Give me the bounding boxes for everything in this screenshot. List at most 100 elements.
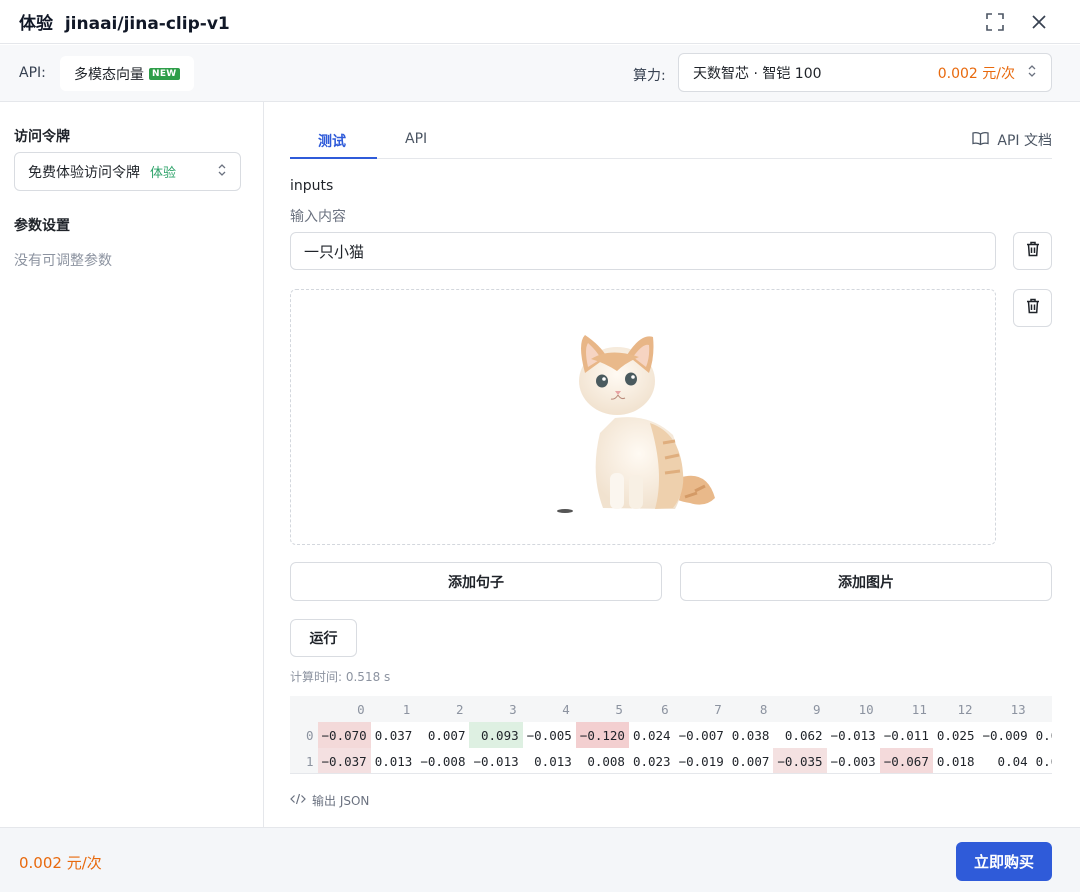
dialog-title: 体验 jinaai/jina-clip-v1 (19, 9, 230, 34)
tab-test[interactable]: 测试 (318, 131, 346, 151)
api-docs-label: API 文档 (997, 130, 1052, 150)
output-json-link[interactable]: 输出 JSON (290, 792, 369, 809)
column-header: 13 (979, 696, 1032, 722)
column-header: 10 (827, 696, 880, 722)
fullscreen-icon[interactable] (981, 8, 1009, 36)
compute-price: 0.002 元/次 (938, 63, 1015, 83)
add-sentence-button[interactable]: 添加句子 (290, 562, 662, 601)
trash-icon (1026, 241, 1040, 261)
tab-api[interactable]: API (405, 131, 427, 147)
footer-price: 0.002 元/次 (19, 852, 102, 873)
run-button[interactable]: 运行 (290, 619, 357, 657)
table-cell: −0.037 (318, 748, 371, 774)
table-cell: −0.019 (675, 748, 728, 774)
column-header: 0 (318, 696, 371, 722)
table-cell: 0.04 (979, 748, 1032, 774)
book-icon (972, 131, 989, 150)
table-cell: 0.041 (1032, 722, 1052, 748)
column-header: 14 (1032, 696, 1052, 722)
close-icon[interactable] (1025, 8, 1053, 36)
column-header: 5 (576, 696, 629, 722)
table-cell: −0.013 (469, 748, 522, 774)
table-cell: 0.013 (371, 748, 417, 774)
footer-bar: 0.002 元/次 立即购买 (0, 827, 1080, 892)
table-cell: 0.018 (933, 748, 979, 774)
table-cell: 0.024 (629, 722, 675, 748)
api-label: API: (19, 65, 46, 81)
input-content-label: 输入内容 (290, 206, 346, 226)
add-image-button[interactable]: 添加图片 (680, 562, 1052, 601)
table-cell: 0.038 (728, 722, 774, 748)
api-name: 多模态向量 (74, 64, 144, 84)
table-cell: −0.011 (880, 722, 933, 748)
table-cell: −0.005 (523, 722, 576, 748)
table-cell: 0.037 (371, 722, 417, 748)
active-tab-indicator (290, 157, 377, 159)
sidebar: 访问令牌 免费体验访问令牌 体验 参数设置 没有可调整参数 (0, 102, 264, 827)
row-index: 0 (290, 722, 318, 748)
table-cell: 0.007 (728, 748, 774, 774)
column-header: 2 (416, 696, 469, 722)
title-bar: 体验 jinaai/jina-clip-v1 (0, 0, 1080, 44)
token-name: 免费体验访问令牌 (28, 162, 140, 182)
table-cell: 0.008 (576, 748, 629, 774)
table-cell: 0.012 (1032, 748, 1052, 774)
table-corner (290, 696, 318, 722)
table-cell: −0.067 (880, 748, 933, 774)
api-selector[interactable]: 多模态向量 NEW (60, 56, 194, 91)
column-header: 4 (523, 696, 576, 722)
table-cell: −0.007 (675, 722, 728, 748)
column-header: 11 (880, 696, 933, 722)
cat-image (555, 323, 731, 513)
api-bar: API: 多模态向量 NEW 算力: 天数智芯 · 智铠 100 0.002 元… (0, 45, 1080, 102)
table-cell: −0.003 (827, 748, 880, 774)
code-icon (290, 793, 306, 808)
column-header: 7 (675, 696, 728, 722)
table-cell: −0.120 (576, 722, 629, 748)
tab-bar: 测试 API API 文档 (290, 122, 1052, 159)
table-cell: 0.007 (416, 722, 469, 748)
table-cell: −0.013 (827, 722, 880, 748)
table-cell: 0.013 (523, 748, 576, 774)
table-row: 0−0.0700.0370.0070.093−0.005−0.1200.024−… (290, 722, 1052, 748)
column-header: 6 (629, 696, 675, 722)
column-header: 1 (371, 696, 417, 722)
main-panel: 测试 API API 文档 inputs 输入内容 (265, 102, 1080, 827)
power-label: 算力: (633, 65, 666, 85)
delete-sentence-button[interactable] (1013, 232, 1052, 270)
table-cell: −0.070 (318, 722, 371, 748)
column-header: 9 (773, 696, 826, 722)
column-header: 8 (728, 696, 774, 722)
row-index: 1 (290, 748, 318, 774)
calc-time: 计算时间: 0.518 s (290, 668, 390, 685)
trash-icon (1026, 298, 1040, 318)
api-docs-link[interactable]: API 文档 (972, 130, 1052, 150)
buy-now-button[interactable]: 立即购买 (956, 842, 1052, 881)
params-heading: 参数设置 (14, 215, 70, 235)
token-heading: 访问令牌 (14, 126, 70, 146)
token-select[interactable]: 免费体验访问令牌 体验 (14, 152, 241, 191)
delete-image-button[interactable] (1013, 289, 1052, 327)
embedding-table[interactable]: 01234567891011121314 0−0.0700.0370.0070.… (290, 696, 1052, 774)
compute-select[interactable]: 天数智芯 · 智铠 100 0.002 元/次 (678, 53, 1052, 92)
params-empty-text: 没有可调整参数 (14, 250, 112, 270)
sentence-input[interactable] (290, 232, 996, 270)
chevron-updown-icon (1027, 64, 1037, 82)
table-cell: −0.035 (773, 748, 826, 774)
table-cell: 0.023 (629, 748, 675, 774)
token-badge: 体验 (150, 162, 217, 181)
table-cell: 0.025 (933, 722, 979, 748)
table-cell: 0.093 (469, 722, 522, 748)
column-header: 3 (469, 696, 522, 722)
inputs-heading: inputs (290, 178, 333, 194)
new-badge: NEW (149, 68, 180, 80)
table-cell: −0.009 (979, 722, 1032, 748)
output-json-label: 输出 JSON (312, 792, 369, 809)
compute-name: 天数智芯 · 智铠 100 (693, 63, 938, 83)
column-header: 12 (933, 696, 979, 722)
table-cell: −0.008 (416, 748, 469, 774)
table-cell: 0.062 (773, 722, 826, 748)
chevron-updown-icon (217, 163, 227, 181)
table-row: 1−0.0370.013−0.008−0.0130.0130.0080.023−… (290, 748, 1052, 774)
image-dropzone[interactable] (290, 289, 996, 545)
